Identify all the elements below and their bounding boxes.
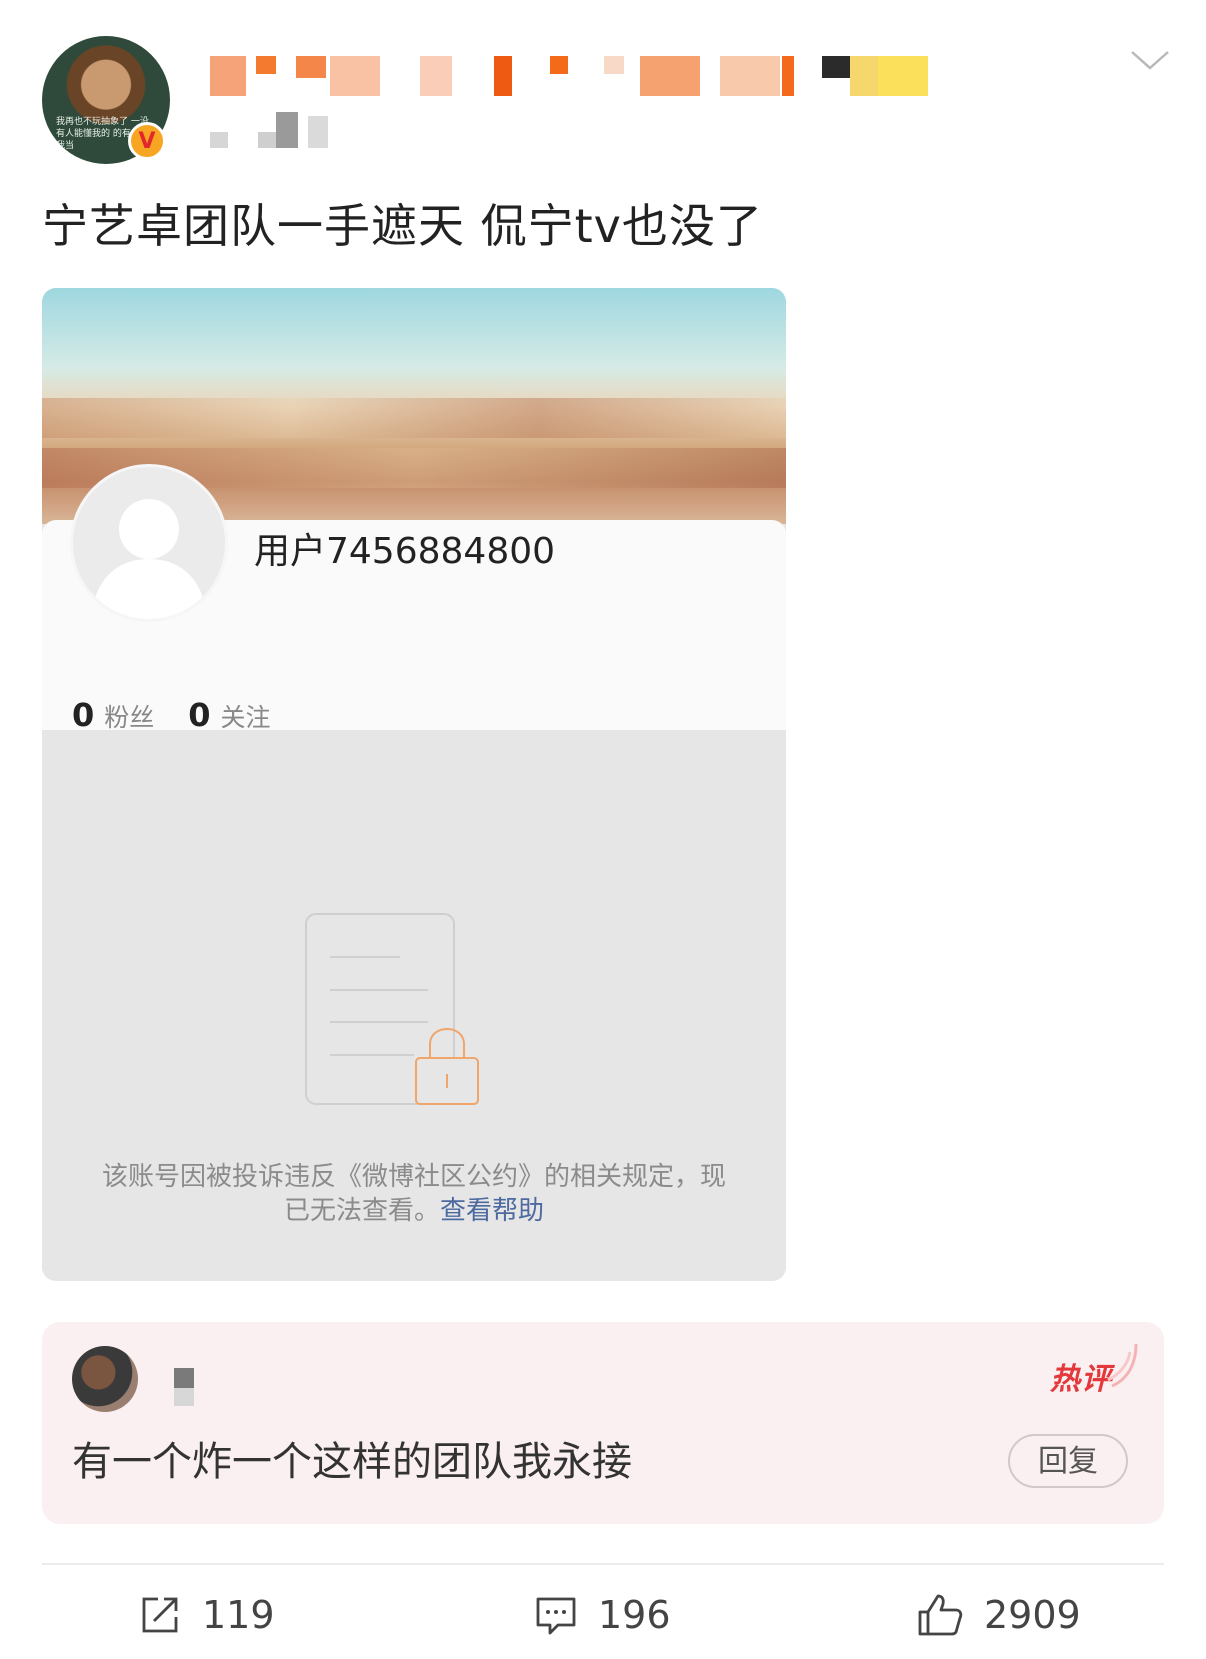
divider — [42, 1563, 1164, 1565]
following-label: 关注 — [220, 703, 271, 732]
followers-label: 粉丝 — [104, 703, 155, 732]
locked-content-area: 该账号因被投诉违反《微博社区公约》的相关规定，现已无法查看。查看帮助 — [42, 742, 786, 1281]
flame-icon — [1107, 1343, 1138, 1388]
comment-icon — [536, 1597, 576, 1635]
blocked-notice-text: 该账号因被投诉违反《微博社区公约》的相关规定，现已无法查看。 — [102, 1162, 727, 1226]
profile-username: 用户7456884800 — [254, 531, 556, 572]
hot-comment-tag: 热评 — [1050, 1362, 1112, 1397]
commenter-name-blurred[interactable] — [174, 1368, 194, 1408]
followers-count: 0 — [72, 696, 95, 734]
embedded-screenshot[interactable]: 用户7456884800 0 粉丝 0 关注 该账号因被投诉违反《微博社区公约》… — [42, 288, 786, 1281]
comment-text: 有一个炸一个这样的团队我永接 — [72, 1439, 632, 1485]
chevron-down-icon[interactable] — [1128, 46, 1172, 74]
post-text: 宁艺卓团队一手遮天 侃宁tv也没了 — [42, 199, 763, 253]
default-avatar — [70, 464, 228, 622]
profile-stats: 0 粉丝 0 关注 — [72, 696, 305, 736]
author-name-blurred[interactable] — [210, 56, 990, 96]
repost-count: 119 — [202, 1593, 275, 1637]
hot-comment[interactable]: 热评 有一个炸一个这样的团队我永接 回复 — [42, 1322, 1164, 1524]
following-count: 0 — [188, 696, 211, 734]
blocked-notice: 该账号因被投诉违反《微博社区公约》的相关规定，现已无法查看。查看帮助 — [102, 1160, 726, 1228]
comment-count: 196 — [598, 1593, 671, 1637]
reply-button[interactable]: 回复 — [1008, 1434, 1128, 1488]
like-count: 2909 — [984, 1593, 1081, 1637]
post-meta-blurred — [210, 112, 350, 152]
repost-button[interactable]: 119 — [138, 1590, 275, 1640]
verified-badge: V — [128, 122, 166, 160]
like-button[interactable]: 2909 — [916, 1590, 1081, 1640]
comment-button[interactable]: 196 — [534, 1590, 671, 1640]
commenter-avatar[interactable] — [72, 1346, 138, 1412]
like-icon — [918, 1594, 963, 1636]
repost-icon — [142, 1597, 178, 1633]
locked-document-icon — [305, 913, 479, 1105]
help-link[interactable]: 查看帮助 — [440, 1196, 544, 1226]
